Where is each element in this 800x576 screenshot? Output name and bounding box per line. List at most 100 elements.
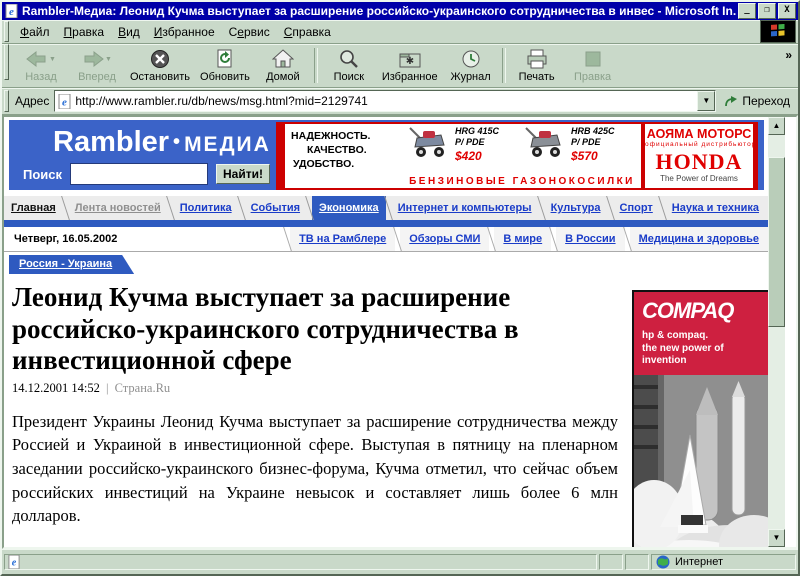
tab-glavnaya[interactable]: Главная xyxy=(4,196,63,220)
tab-v-mire[interactable]: В мире xyxy=(494,227,551,251)
compaq-ad[interactable]: COMPAQ hp & compaq. the new power of inv… xyxy=(632,290,768,547)
honda-section: АОЯМА МОТОРС официальный дистрибьютор HO… xyxy=(645,124,753,188)
addressbar-grip[interactable] xyxy=(4,90,9,113)
find-button[interactable]: Найти! xyxy=(216,164,270,184)
toolbar-overflow-chevron[interactable]: » xyxy=(779,44,798,66)
scroll-down-button[interactable]: ▼ xyxy=(768,529,785,547)
menu-bar: Файл Правка Вид Избранное Сервис Справка xyxy=(2,20,798,44)
article: Леонид Кучма выступает за расширение рос… xyxy=(12,280,618,547)
stop-button[interactable]: Остановить xyxy=(125,44,195,87)
forward-arrow-icon xyxy=(82,50,104,68)
tab-meditsina-i-zdorovye[interactable]: Медицина и здоровье xyxy=(630,227,768,251)
status-bar: e Интернет xyxy=(2,549,798,574)
web-page: Rambler•МЕДИА Поиск Найти! НАДЕЖНОСТЬ. К… xyxy=(4,117,768,547)
print-button[interactable]: Печать xyxy=(509,44,565,87)
minimize-button[interactable]: _ xyxy=(738,3,756,19)
banner-products: HRG 415C P/ PDE $420 xyxy=(403,124,641,188)
vertical-scrollbar: ▲ ▼ xyxy=(768,117,785,547)
ie-page-icon: e xyxy=(8,555,20,569)
menu-view[interactable]: Вид xyxy=(111,23,147,41)
tab-internet-i-kompyutery[interactable]: Интернет и компьютеры xyxy=(391,196,539,220)
tab-lenta-novostey[interactable]: Лента новостей xyxy=(68,196,168,220)
address-bar: Адрес e ▼ Переход xyxy=(2,88,798,115)
nav-tabs-row1: Главная Лента новостей Политика События … xyxy=(4,196,768,220)
status-pane-2 xyxy=(599,554,623,570)
history-icon xyxy=(461,49,481,69)
tab-kultura[interactable]: Культура xyxy=(544,196,608,220)
ie-icon: e xyxy=(5,4,19,18)
banner-slogan: НАДЕЖНОСТЬ. КАЧЕСТВО. УДОБСТВО. xyxy=(285,124,403,188)
refresh-icon xyxy=(216,49,234,69)
scrollbar-track[interactable] xyxy=(768,135,785,529)
status-pane-3 xyxy=(625,554,649,570)
status-zone-pane: Интернет xyxy=(651,554,796,570)
address-label: Адрес xyxy=(15,94,49,108)
search-button[interactable]: Поиск xyxy=(321,44,377,87)
edit-button[interactable]: Правка xyxy=(565,44,621,87)
back-arrow-icon xyxy=(26,50,48,68)
menubar-grip[interactable] xyxy=(4,21,9,41)
go-button[interactable]: Переход xyxy=(716,94,798,108)
forward-button[interactable]: ▼ Вперед xyxy=(69,44,125,87)
current-date: Четверг, 16.05.2002 xyxy=(4,227,117,251)
address-input[interactable] xyxy=(75,93,697,109)
home-icon xyxy=(272,49,294,69)
svg-text:e: e xyxy=(62,96,67,108)
address-field: e ▼ xyxy=(54,90,716,112)
tab-obzory-smi[interactable]: Обзоры СМИ xyxy=(400,227,489,251)
site-search-input[interactable] xyxy=(70,163,208,185)
connection-status: Интернет xyxy=(675,556,723,568)
browser-viewport: Rambler•МЕДИА Поиск Найти! НАДЕЖНОСТЬ. К… xyxy=(2,115,798,549)
section-tab-rossiya-ukraina[interactable]: Россия - Украина xyxy=(9,255,134,274)
restore-button[interactable]: ❐ xyxy=(758,3,776,19)
scrollbar-thumb[interactable] xyxy=(768,157,785,327)
lawnmower-image xyxy=(407,126,453,160)
rambler-header: Rambler•МЕДИА Поиск Найти! НАДЕЖНОСТЬ. К… xyxy=(9,120,764,190)
status-main-pane: e xyxy=(4,554,597,570)
compaq-logo: COMPAQ xyxy=(642,300,764,322)
tab-tv-na-ramblere[interactable]: ТВ на Рамблере xyxy=(290,227,395,251)
toolbar: ▼ Назад ▼ Вперед Остановить Обновить Дом… xyxy=(2,44,798,88)
menu-tools[interactable]: Сервис xyxy=(222,23,277,41)
home-button[interactable]: Домой xyxy=(255,44,311,87)
browser-window: e Rambler-Медиа: Леонид Кучма выступает … xyxy=(0,0,800,576)
compaq-ad-header: COMPAQ hp & compaq. the new power of inv… xyxy=(634,292,768,375)
svg-text:e: e xyxy=(12,558,17,569)
ie-page-icon: e xyxy=(58,94,71,109)
history-button[interactable]: Журнал xyxy=(443,44,499,87)
article-date: 14.12.2001 14:52 xyxy=(12,381,100,395)
print-icon xyxy=(526,49,548,69)
search-label: Поиск xyxy=(23,167,62,182)
banner-footer-text: БЕНЗИНОВЫЕ ГАЗОНОКОСИЛКИ xyxy=(403,176,641,187)
windows-logo-throbber xyxy=(760,20,796,43)
close-button[interactable]: X xyxy=(778,3,796,19)
tab-v-rossii[interactable]: В России xyxy=(556,227,624,251)
menu-file[interactable]: Файл xyxy=(13,23,57,41)
address-dropdown-button[interactable]: ▼ xyxy=(697,91,715,111)
tab-sobytiya[interactable]: События xyxy=(244,196,307,220)
banner-ad[interactable]: НАДЕЖНОСТЬ. КАЧЕСТВО. УДОБСТВО. xyxy=(276,122,758,190)
article-byline: 14.12.2001 14:52 | Страна.Ru xyxy=(12,381,618,396)
go-icon xyxy=(724,95,738,108)
lawnmower-image xyxy=(523,126,569,160)
tab-sport[interactable]: Спорт xyxy=(613,196,660,220)
blue-divider-bar xyxy=(4,220,768,227)
refresh-button[interactable]: Обновить xyxy=(195,44,255,87)
menu-help[interactable]: Справка xyxy=(277,23,338,41)
scroll-up-button[interactable]: ▲ xyxy=(768,117,785,135)
nav-tabs-row2: Четверг, 16.05.2002 ТВ на Рамблере Обзор… xyxy=(4,227,768,252)
tab-nauka-i-tekhnika[interactable]: Наука и техника xyxy=(665,196,766,220)
tab-ekonomika[interactable]: Экономика xyxy=(312,196,386,220)
favorites-button[interactable]: ✱ Избранное xyxy=(377,44,443,87)
back-button[interactable]: ▼ Назад xyxy=(13,44,69,87)
window-title: Rambler-Медиа: Леонид Кучма выступает за… xyxy=(22,4,736,18)
menu-favorites[interactable]: Избранное xyxy=(147,23,222,41)
tab-politika[interactable]: Политика xyxy=(173,196,239,220)
space-shuttle-image xyxy=(634,375,768,547)
title-bar: e Rambler-Медиа: Леонид Кучма выступает … xyxy=(2,2,798,20)
stop-icon xyxy=(150,49,170,69)
menu-edit[interactable]: Правка xyxy=(57,23,112,41)
toolbar-grip[interactable] xyxy=(4,44,9,80)
search-icon xyxy=(339,49,359,69)
globe-icon xyxy=(656,555,670,569)
